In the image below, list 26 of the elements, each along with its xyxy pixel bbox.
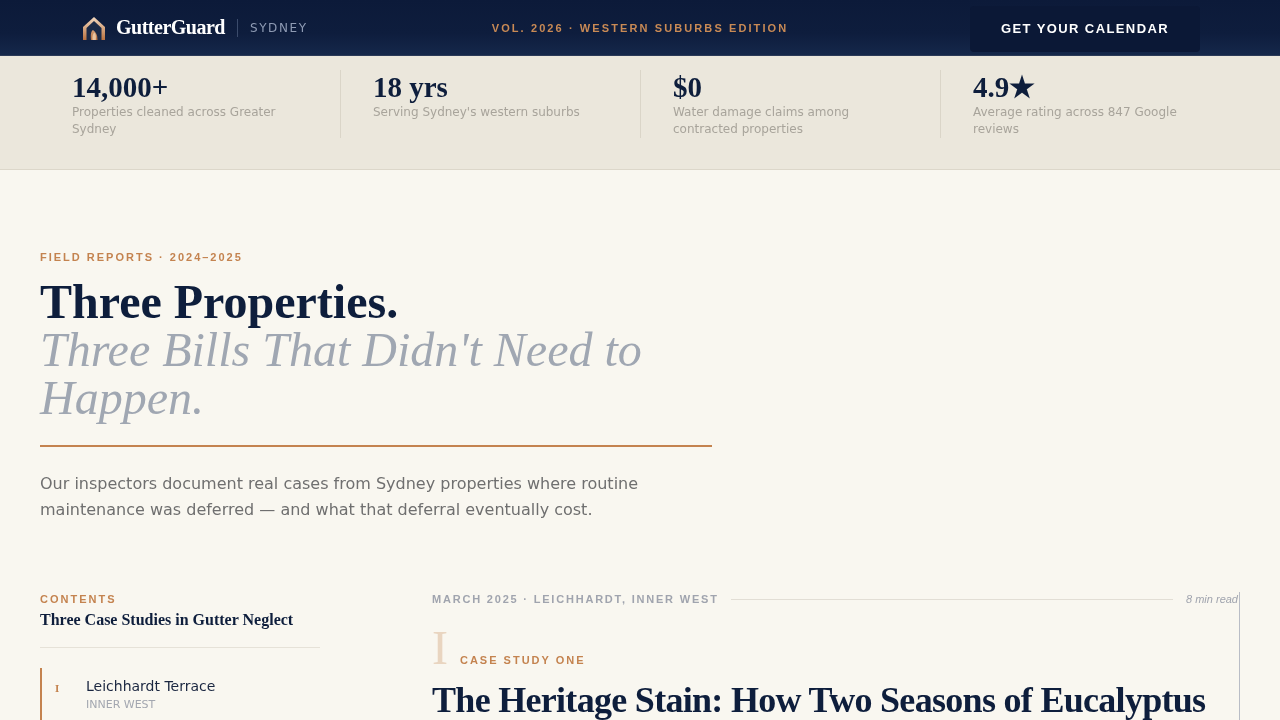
city-label: SYDNEY	[249, 20, 308, 35]
case-kicker: CASE STUDY ONE	[460, 654, 586, 666]
section-eyebrow: FIELD REPORTS · 2024–2025	[40, 250, 244, 264]
stat-value: 14,000+	[72, 70, 170, 104]
edition-label: VOL. 2026 · WESTERN SUBURBS EDITION	[491, 21, 789, 34]
stat-label: Average rating across 847 Google reviews	[973, 104, 1178, 138]
article-headline: The Heritage Stain: How Two Seasons of Eucalyptus	[432, 682, 1207, 718]
read-time: 8 min read	[1186, 592, 1239, 606]
stat-value: 4.9★	[973, 70, 1037, 104]
intro-paragraph: Our inspectors document real cases from Sydney properties where routine maintenance was deferred — and what that deferral eventually cost.	[40, 473, 640, 521]
stat-value: 18 yrs	[373, 70, 449, 104]
stat-label: Properties cleaned across Greater Sydney	[72, 104, 277, 138]
house-icon	[82, 15, 106, 40]
item-region: INNER WEST	[86, 698, 157, 712]
article-meta: MARCH 2025 · LEICHHARDT, INNER WEST	[432, 592, 719, 606]
contents-eyebrow: CONTENTS	[40, 592, 118, 606]
stat-label: Water damage claims among contracted properties	[673, 104, 851, 138]
stat-value: $0	[673, 70, 703, 104]
contents-title: Three Case Studies in Gutter Neglect	[40, 609, 320, 648]
calendar-button[interactable]: GET YOUR CALENDAR	[970, 5, 1200, 52]
item-name: Leichhardt Terrace	[86, 677, 216, 696]
stat-label: Serving Sydney's western suburbs	[373, 104, 581, 121]
brand-name[interactable]: GutterGuard	[116, 16, 225, 39]
contents-item[interactable]: I Leichhardt Terrace INNER WEST	[40, 668, 320, 720]
roman-numeral: I	[55, 681, 61, 696]
hero-title: Three Properties.	[40, 278, 400, 326]
